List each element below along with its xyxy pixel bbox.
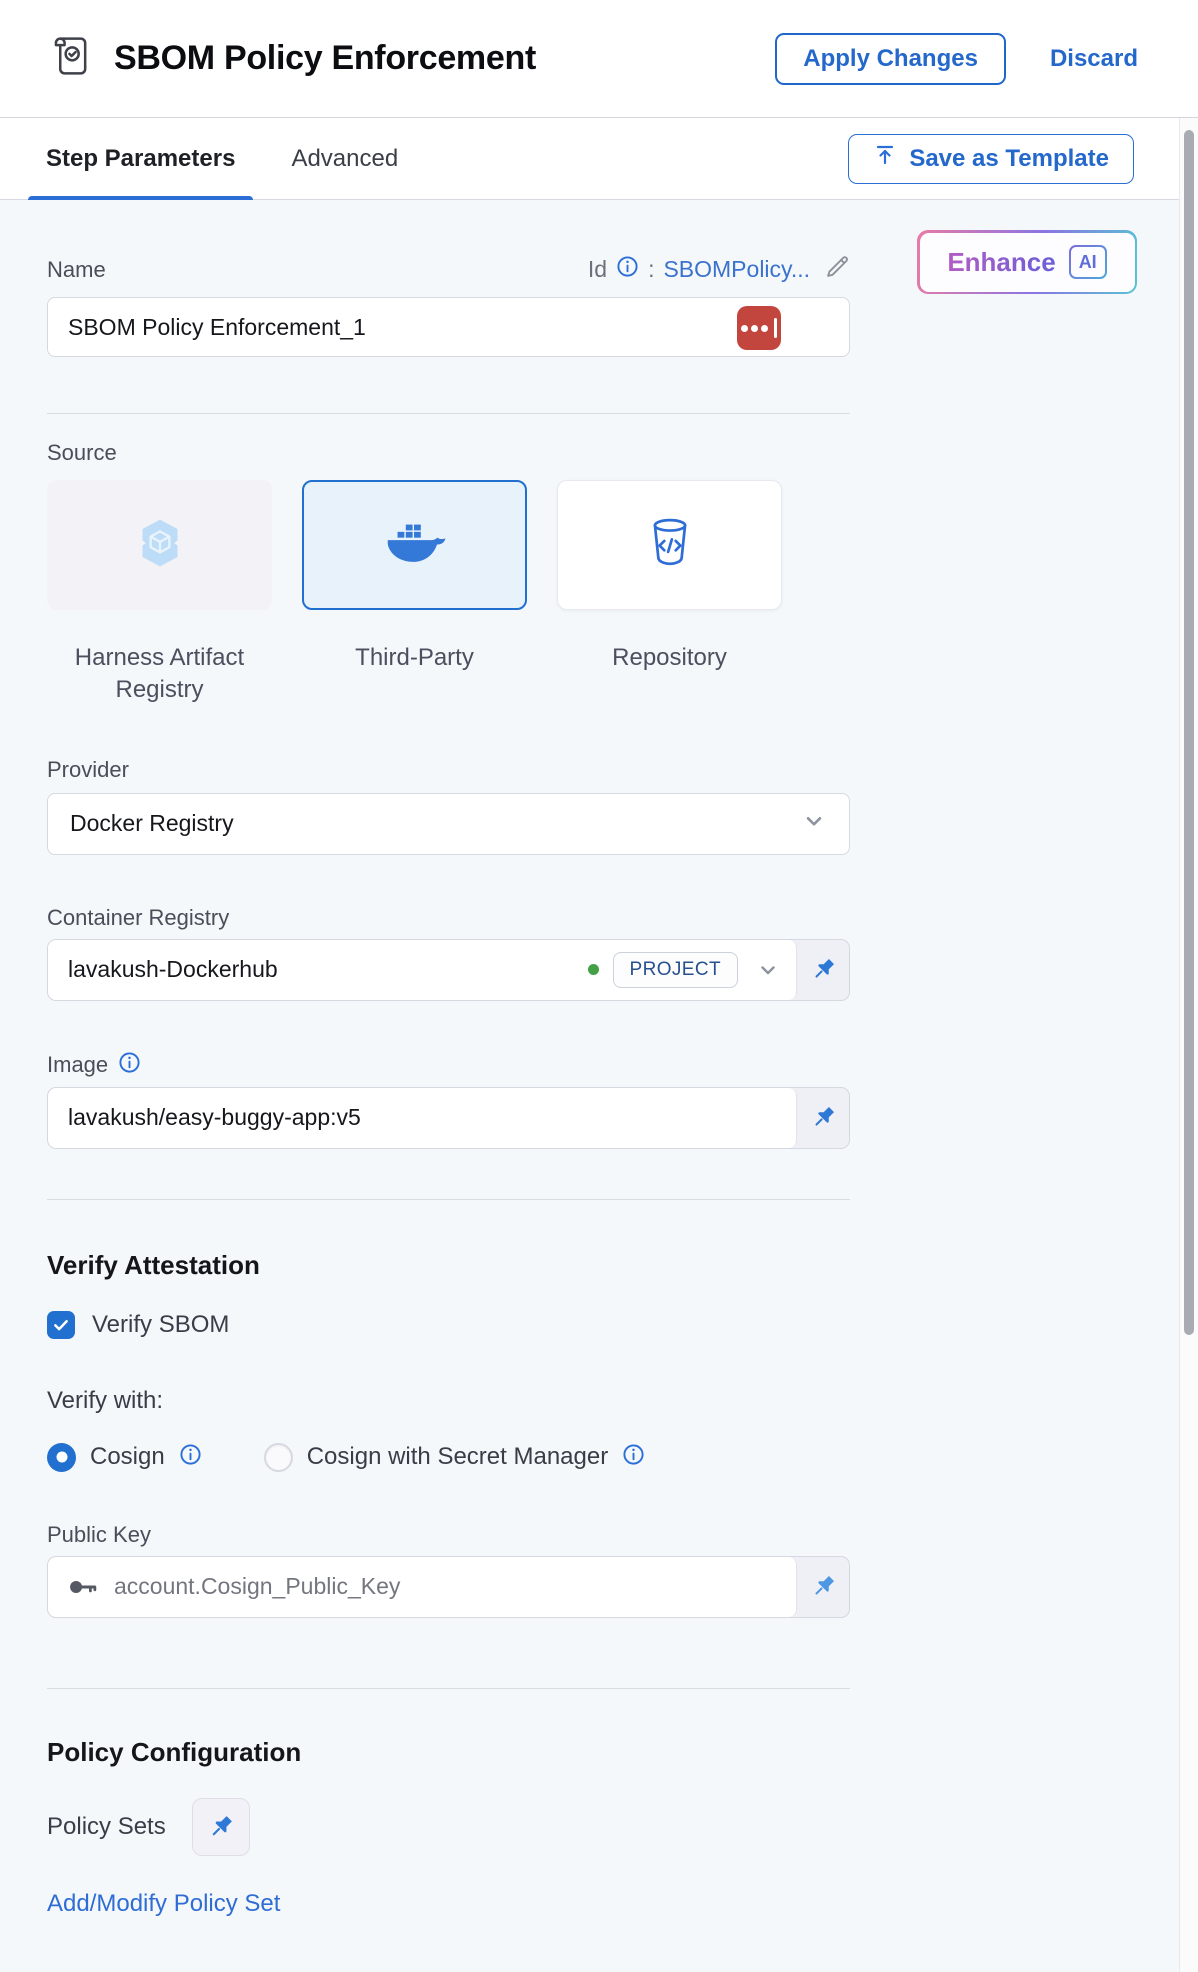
add-modify-policy-set-link[interactable]: Add/Modify Policy Set <box>47 1890 280 1918</box>
image-input-value: lavakush/easy-buggy-app:v5 <box>68 1104 361 1131</box>
source-option-label: Third-Party <box>302 642 527 707</box>
id-separator: : <box>648 256 654 283</box>
verify-with-label: Verify with: <box>47 1387 850 1415</box>
source-card-third-party[interactable] <box>302 480 527 610</box>
save-as-template-button[interactable]: Save as Template <box>848 134 1134 184</box>
cosign-info-icon[interactable] <box>179 1443 202 1471</box>
divider <box>47 413 850 414</box>
divider <box>47 1199 850 1200</box>
verify-sbom-checkbox[interactable] <box>47 1311 75 1339</box>
source-option-label: Harness Artifact Registry <box>47 642 272 707</box>
chevron-down-icon[interactable] <box>756 958 780 982</box>
radio-selected-icon[interactable] <box>47 1443 76 1472</box>
image-label: Image <box>47 1052 108 1078</box>
image-field: lavakush/easy-buggy-app:v5 <box>47 1087 850 1149</box>
tab-advanced[interactable]: Advanced <box>289 118 400 199</box>
container-registry-label: Container Registry <box>47 905 850 931</box>
provider-selected-value: Docker Registry <box>70 810 234 837</box>
step-id-value: SBOMPolicy... <box>663 256 810 283</box>
save-as-template-label: Save as Template <box>909 145 1109 173</box>
image-info-icon[interactable] <box>118 1051 141 1079</box>
provider-label: Provider <box>47 757 850 783</box>
upload-icon <box>873 143 897 174</box>
chevron-down-icon <box>801 808 827 840</box>
name-input[interactable]: SBOM Policy Enforcement_1 <box>47 297 850 357</box>
source-label: Source <box>47 440 850 466</box>
provider-select[interactable]: Docker Registry <box>47 793 850 855</box>
policy-configuration-heading: Policy Configuration <box>47 1737 850 1768</box>
radio-unselected-icon[interactable] <box>264 1443 293 1472</box>
tab-bar: Step Parameters Advanced Save as Templat… <box>0 118 1198 200</box>
container-registry-value: lavakush-Dockerhub <box>68 956 278 983</box>
radio-cosign-secret-manager-label: Cosign with Secret Manager <box>307 1443 608 1471</box>
docker-whale-icon <box>384 518 446 573</box>
tab-step-parameters-label: Step Parameters <box>46 145 235 173</box>
harness-artifact-registry-icon <box>132 515 188 576</box>
password-manager-icon[interactable] <box>737 306 781 350</box>
verify-sbom-checkbox-row[interactable]: Verify SBOM <box>47 1311 850 1339</box>
container-registry-select[interactable]: lavakush-Dockerhub PROJECT <box>48 940 797 1000</box>
enhance-label: Enhance <box>947 247 1055 278</box>
source-option-label: Repository <box>557 642 782 707</box>
verify-attestation-heading: Verify Attestation <box>47 1250 850 1281</box>
source-card-repository[interactable] <box>557 480 782 610</box>
name-input-value: SBOM Policy Enforcement_1 <box>68 314 366 341</box>
pin-runtime-input-button[interactable] <box>797 1557 849 1617</box>
repository-bucket-icon <box>644 516 696 575</box>
ai-badge-icon: AI <box>1069 245 1107 279</box>
container-registry-field: lavakush-Dockerhub PROJECT <box>47 939 850 1001</box>
enhance-ai-button[interactable]: Enhance AI <box>917 230 1137 294</box>
cosign-secret-manager-info-icon[interactable] <box>622 1443 645 1471</box>
source-card-harness-artifact-registry[interactable] <box>47 480 272 610</box>
policy-sets-label: Policy Sets <box>47 1813 166 1841</box>
radio-cosign[interactable]: Cosign <box>47 1443 202 1472</box>
discard-button[interactable]: Discard <box>1050 45 1138 73</box>
policy-sets-pin-button[interactable] <box>192 1798 250 1856</box>
scope-indicator-dot <box>588 964 599 975</box>
page-title: SBOM Policy Enforcement <box>114 39 536 78</box>
step-config-panel: SBOM Policy Enforcement Apply Changes Di… <box>0 0 1198 1972</box>
panel-header: SBOM Policy Enforcement Apply Changes Di… <box>0 0 1198 118</box>
name-label: Name <box>47 257 106 283</box>
radio-cosign-label: Cosign <box>90 1443 165 1471</box>
pin-runtime-input-button[interactable] <box>797 1088 849 1148</box>
step-parameters-content: Enhance AI Name Id : SBOMPoli <box>0 200 1198 1972</box>
scope-badge: PROJECT <box>613 952 738 988</box>
tab-step-parameters[interactable]: Step Parameters <box>44 118 237 199</box>
tab-advanced-label: Advanced <box>291 145 398 173</box>
id-info-icon[interactable] <box>616 255 639 284</box>
id-label: Id <box>588 256 607 283</box>
sbom-scroll-check-icon <box>44 30 96 87</box>
divider <box>47 1688 850 1689</box>
public-key-input[interactable]: account.Cosign_Public_Key <box>48 1557 797 1617</box>
radio-cosign-secret-manager[interactable]: Cosign with Secret Manager <box>264 1443 645 1472</box>
apply-changes-button[interactable]: Apply Changes <box>775 33 1006 85</box>
verify-sbom-label: Verify SBOM <box>92 1311 229 1339</box>
scrollbar-thumb[interactable] <box>1184 130 1194 1335</box>
edit-id-pencil-icon[interactable] <box>825 254 850 285</box>
public-key-label: Public Key <box>47 1522 850 1548</box>
public-key-value: account.Cosign_Public_Key <box>114 1573 400 1600</box>
public-key-field: account.Cosign_Public_Key <box>47 1556 850 1618</box>
vertical-scrollbar <box>1179 118 1198 1972</box>
image-input[interactable]: lavakush/easy-buggy-app:v5 <box>48 1088 797 1148</box>
pin-runtime-input-button[interactable] <box>797 940 849 1000</box>
key-icon <box>68 1574 98 1600</box>
